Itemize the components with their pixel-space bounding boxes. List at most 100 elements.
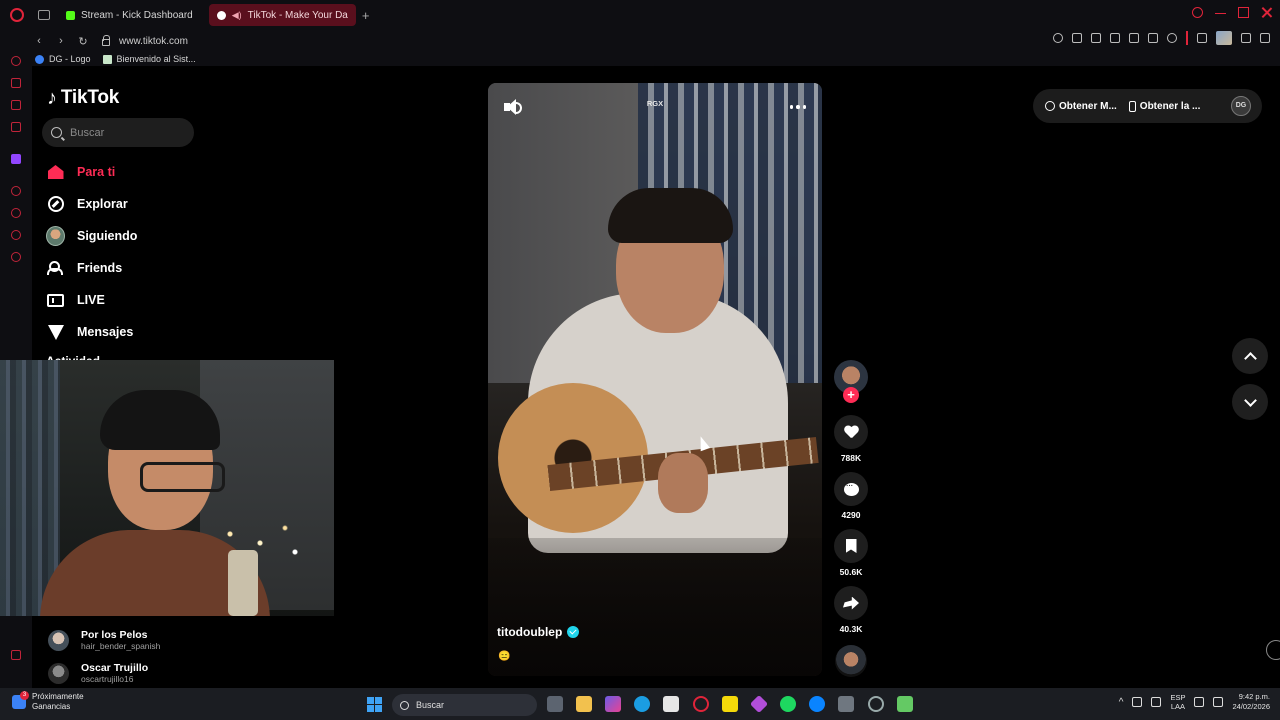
- start-button[interactable]: [367, 697, 382, 712]
- like-action[interactable]: 788K: [833, 415, 869, 463]
- download-icon[interactable]: [1241, 33, 1251, 43]
- music-disc-icon[interactable]: [835, 645, 867, 677]
- get-app-button[interactable]: Obtener la ...: [1128, 100, 1200, 112]
- nav-item-explorar[interactable]: Explorar: [46, 188, 137, 220]
- volume-icon[interactable]: [1213, 697, 1224, 707]
- workspaces-icon[interactable]: [11, 78, 21, 88]
- previous-video-button[interactable]: [1232, 338, 1268, 374]
- comment-button[interactable]: [834, 472, 868, 506]
- profile-avatar[interactable]: DG: [1231, 96, 1251, 116]
- copilot-icon[interactable]: [605, 696, 621, 712]
- android-app-icon[interactable]: [897, 696, 913, 712]
- save-button[interactable]: [834, 529, 868, 563]
- list-item[interactable]: Oscar Trujillo oscartrujillo16: [48, 657, 160, 690]
- creator-avatar[interactable]: +: [834, 360, 868, 403]
- onedrive-icon[interactable]: [1132, 697, 1143, 707]
- messenger-icon[interactable]: [11, 100, 21, 110]
- tab-label: Stream - Kick Dashboard: [81, 9, 193, 21]
- url-field[interactable]: www.tiktok.com: [119, 36, 188, 47]
- reload-icon[interactable]: ↻: [78, 35, 88, 48]
- nav-item-friends[interactable]: Friends: [46, 252, 137, 284]
- snapshot-icon[interactable]: [1091, 33, 1101, 43]
- settings-app-icon[interactable]: [868, 696, 884, 712]
- task-view-icon[interactable]: [547, 696, 563, 712]
- lock-icon[interactable]: [102, 35, 110, 46]
- get-coins-button[interactable]: Obtener M...: [1045, 101, 1117, 112]
- tiktok-favicon-icon: [216, 10, 226, 20]
- bookmark-bienvenido[interactable]: Bienvenido al Sist...: [102, 54, 196, 64]
- edge-icon[interactable]: [634, 696, 650, 712]
- spotify-icon[interactable]: [780, 696, 796, 712]
- chevron-up-icon[interactable]: ^: [1119, 697, 1124, 708]
- mail-icon[interactable]: [11, 122, 21, 132]
- minimize-button[interactable]: [1215, 7, 1226, 14]
- nav-item-mensajes[interactable]: Mensajes: [46, 316, 137, 348]
- bookmark-dg-logo[interactable]: DG - Logo: [35, 54, 91, 64]
- browser-app-icon[interactable]: [809, 696, 825, 712]
- nav-label: Para ti: [77, 165, 116, 179]
- translate-icon[interactable]: [1129, 33, 1139, 43]
- new-tab-button[interactable]: +: [362, 8, 370, 23]
- play-icon[interactable]: [1148, 33, 1158, 43]
- pinboard-icon[interactable]: [11, 230, 21, 240]
- tab-switcher-icon[interactable]: [38, 10, 50, 20]
- author-name: titodoublep: [497, 625, 563, 639]
- calculator-icon[interactable]: [838, 696, 854, 712]
- widgets-button[interactable]: 3 Próximamente Ganancias: [12, 691, 84, 712]
- opera-gx-taskbar-icon[interactable]: [693, 696, 709, 712]
- profile-avatar[interactable]: [1216, 31, 1232, 45]
- share-button[interactable]: [834, 586, 868, 620]
- nav-item-para-ti[interactable]: Para ti: [46, 156, 137, 188]
- extensions-icon[interactable]: [1197, 33, 1207, 43]
- pin-icon[interactable]: [1072, 33, 1082, 43]
- player-icon[interactable]: [11, 186, 21, 196]
- file-explorer-icon[interactable]: [576, 696, 592, 712]
- audio-playing-icon[interactable]: ◀): [232, 10, 242, 21]
- back-icon[interactable]: ‹: [34, 35, 44, 47]
- nav-item-siguiendo[interactable]: Siguiendo: [46, 220, 137, 252]
- settings-icon[interactable]: [11, 252, 21, 262]
- history-icon[interactable]: [11, 208, 21, 218]
- video-author[interactable]: titodoublep: [497, 625, 580, 639]
- zoom-icon[interactable]: [1053, 33, 1063, 43]
- window-controls: [1192, 7, 1272, 18]
- opera-logo-icon[interactable]: [10, 8, 24, 22]
- menu-icon[interactable]: [1260, 33, 1270, 43]
- maximize-button[interactable]: [1238, 7, 1249, 18]
- tab-search-icon[interactable]: [1192, 7, 1203, 18]
- more-options-icon[interactable]: [789, 105, 806, 109]
- comment-action[interactable]: 4290: [833, 472, 869, 520]
- nav-item-live[interactable]: LIVE: [46, 284, 137, 316]
- follow-button[interactable]: +: [843, 387, 859, 403]
- share-action[interactable]: 40.3K: [833, 586, 869, 634]
- microphone-icon[interactable]: [1151, 697, 1162, 707]
- taskbar-search[interactable]: Buscar: [392, 694, 537, 716]
- tiktok-logo[interactable]: ♪ TikTok: [47, 87, 119, 109]
- bookmark-icon: [845, 539, 857, 553]
- video-player[interactable]: RGX titodoublep 😑: [488, 83, 822, 676]
- tab-kick-dashboard[interactable]: Stream - Kick Dashboard: [58, 4, 201, 26]
- search-input[interactable]: Buscar: [42, 118, 194, 147]
- network-icon[interactable]: [1194, 697, 1205, 707]
- gx-icon[interactable]: [11, 650, 21, 660]
- heart-bookmark-icon[interactable]: [1167, 33, 1177, 43]
- store-icon[interactable]: [663, 696, 679, 712]
- ai-icon[interactable]: [11, 56, 21, 66]
- account-name: Oscar Trujillo: [81, 662, 149, 674]
- twitch-icon[interactable]: [11, 154, 21, 164]
- tiktok-note-icon: ♪: [47, 87, 57, 109]
- close-window-button[interactable]: [1261, 7, 1272, 18]
- clock[interactable]: 9:42 p.m. 24/02/2026: [1232, 692, 1270, 712]
- forward-icon[interactable]: ›: [56, 35, 66, 47]
- next-video-button[interactable]: [1232, 384, 1268, 420]
- notes-icon[interactable]: [722, 696, 738, 712]
- save-action[interactable]: 50.6K: [833, 529, 869, 577]
- nav-label: Mensajes: [77, 325, 134, 339]
- like-button[interactable]: [834, 415, 868, 449]
- list-item[interactable]: Por los Pelos hair_bender_spanish: [48, 624, 160, 657]
- tab-tiktok[interactable]: ◀) TikTok - Make Your Da: [208, 4, 356, 26]
- side-panel-toggle[interactable]: [1266, 640, 1280, 660]
- shield-icon[interactable]: [1110, 33, 1120, 43]
- get-coins-label: Obtener M...: [1059, 100, 1117, 112]
- language-indicator[interactable]: ESP LAA: [1170, 693, 1185, 711]
